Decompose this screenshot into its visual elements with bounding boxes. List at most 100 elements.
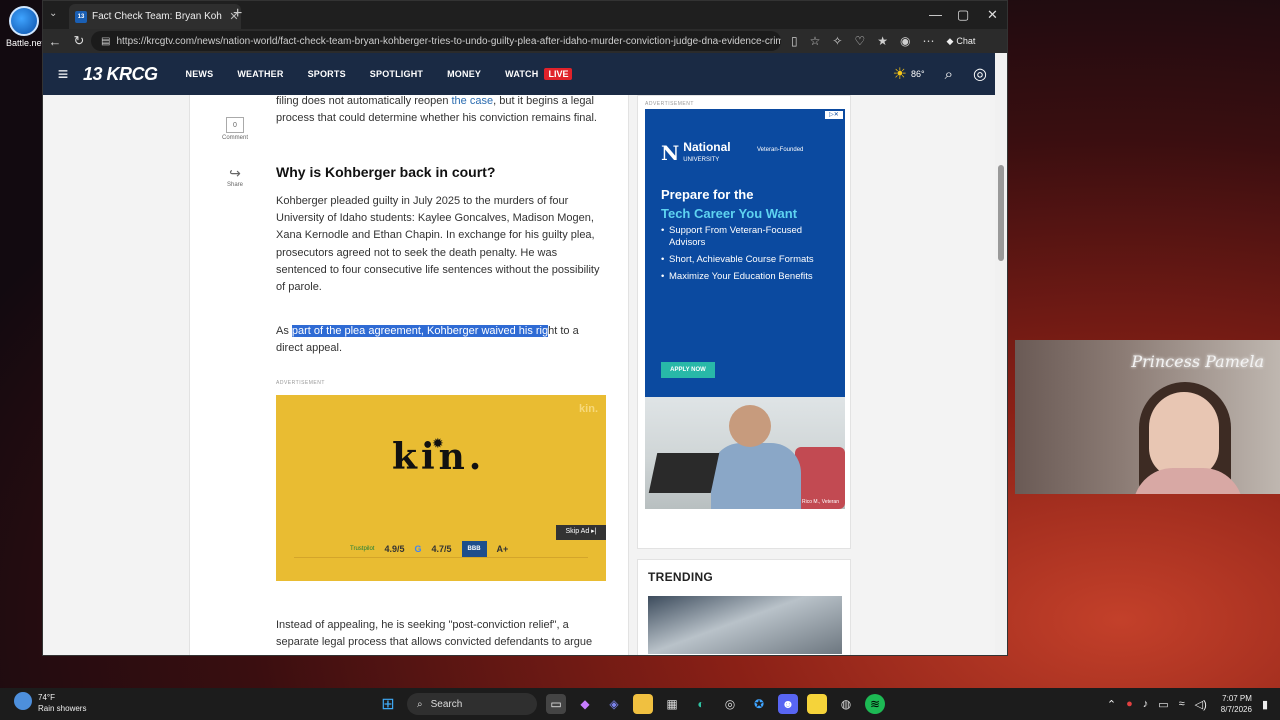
paragraph-3: As part of the plea agreement, Kohberger… — [276, 323, 606, 358]
nu-photo[interactable]: Rico M., Veteran — [645, 397, 845, 509]
obs-icon[interactable]: ◍ — [836, 694, 856, 714]
copilot-app-icon[interactable]: ◆ — [575, 694, 595, 714]
search-icon[interactable]: ⌕ — [945, 66, 953, 83]
kin-logo: kin. — [392, 435, 486, 478]
page-body: 0 Comment ↪ Share filing does not automa… — [43, 95, 997, 655]
nav-money[interactable]: MONEY — [447, 69, 481, 79]
nav-weather[interactable]: WEATHER — [237, 69, 283, 79]
sun-weather-icon[interactable]: ☀ — [893, 64, 907, 84]
nu-bullet: Maximize Your Education Benefits — [661, 271, 839, 283]
chat-button[interactable]: ◆ Chat — [946, 36, 975, 47]
nav-watch[interactable]: WATCH — [505, 69, 538, 79]
share-icon[interactable]: ↪ — [220, 165, 250, 182]
copilot-icon: ◆ — [946, 35, 954, 46]
minimize-icon[interactable]: — — [929, 7, 942, 22]
taskbar-clock[interactable]: 7:07 PM 8/7/2026 — [1221, 693, 1252, 715]
microphone-icon[interactable]: ♪ — [1143, 698, 1149, 710]
taskbar: 74°F Rain showers ⊞ ⌕ Search ▭ ◆ ◈ ▦ ◐ ◎… — [0, 688, 1280, 720]
trending-title: TRENDING — [648, 570, 714, 584]
scrollbar-thumb[interactable] — [998, 165, 1004, 261]
tray-overflow-icon[interactable]: ⌃ — [1107, 698, 1116, 711]
desktop-icon-label: Battle.net — [6, 38, 45, 48]
live-badge[interactable]: LIVE — [544, 68, 573, 80]
section-heading: Why is Kohberger back in court? — [276, 163, 496, 180]
start-icon[interactable]: ⊞ — [378, 694, 398, 714]
back-icon[interactable]: ← — [43, 34, 67, 49]
site-info-icon[interactable]: ▤ — [101, 36, 110, 47]
share-label: Share — [226, 182, 243, 188]
refresh-icon[interactable]: ↻ — [67, 33, 91, 49]
trending-image[interactable] — [648, 596, 842, 654]
more-icon[interactable]: ⋯ — [922, 34, 934, 48]
chrome-icon[interactable]: ◎ — [720, 694, 740, 714]
taskbar-search[interactable]: ⌕ Search — [407, 693, 537, 715]
edge-icon[interactable]: ◐ — [691, 694, 711, 714]
nav-news[interactable]: NEWS — [186, 69, 214, 79]
page-scrollbar[interactable] — [995, 53, 1007, 655]
wifi-icon[interactable]: ≈ — [1179, 698, 1185, 710]
site-logo[interactable]: 13 KRCG — [83, 64, 158, 85]
search-placeholder: Search — [430, 698, 463, 710]
profile-icon[interactable]: ◉ — [900, 34, 910, 48]
task-view-icon[interactable]: ▭ — [546, 694, 566, 714]
extensions-icon[interactable]: ✧ — [832, 34, 842, 48]
tray-app-icon[interactable]: ● — [1126, 698, 1133, 710]
clock-date: 8/7/2026 — [1220, 705, 1252, 714]
system-tray: ⌃ ● ♪ ▭ ≈ ◁) 7:07 PM 8/7/2026 ▮ — [1107, 693, 1268, 715]
sidebar-ad-container: ADVERTISEMENT ▷✕ N National UNIVERSITY V… — [637, 95, 851, 549]
selected-text: part of the plea agreement, Kohberger wa… — [291, 324, 549, 337]
browser-essentials-icon[interactable]: ♡ — [854, 34, 865, 48]
favorite-star-icon[interactable]: ☆ — [810, 34, 821, 48]
menu-icon[interactable]: ≡ — [43, 64, 83, 85]
article-column: 0 Comment ↪ Share filing does not automa… — [189, 95, 629, 655]
maximize-icon[interactable]: ▢ — [957, 7, 969, 23]
taskbar-weather[interactable]: 74°F Rain showers — [14, 692, 86, 714]
discord-icon[interactable]: ☻ — [778, 694, 798, 714]
the-case-link[interactable]: the case — [452, 95, 494, 107]
display-icon[interactable]: ▭ — [1158, 698, 1168, 711]
account-icon[interactable]: ◎ — [973, 64, 987, 84]
comment-label: Comment — [221, 135, 248, 141]
close-window-icon[interactable]: ✕ — [987, 7, 998, 23]
favorites-icon[interactable]: ★ — [877, 34, 888, 48]
spotify-icon[interactable]: ≋ — [865, 694, 885, 714]
search-icon: ⌕ — [417, 698, 423, 710]
tab-actions-chevron-icon[interactable]: ⌄ — [49, 8, 57, 19]
reader-mode-icon[interactable]: ▯ — [791, 34, 798, 48]
header-temperature[interactable]: 86° — [911, 69, 925, 79]
tab-active[interactable]: 13 Fact Check Team: Bryan Kohberger ✕ — [69, 4, 241, 29]
trustpilot-score: 4.9/5 — [384, 543, 405, 554]
kin-ad[interactable]: kin. ✹ kin. Skip Ad ▸| Trustpilot 4.9/5 … — [276, 394, 606, 581]
nu-bullet: Support From Veteran-Focused Advisors — [661, 225, 839, 249]
webcam-title: Princess Pamela — [1131, 352, 1264, 371]
webcam-overlay: Princess Pamela — [1015, 340, 1280, 494]
notifications-icon[interactable]: ▮ — [1262, 698, 1268, 711]
desktop-icon-battlenet[interactable]: Battle.net — [6, 6, 45, 48]
address-bar-actions: ▯ ☆ ✧ ♡ ★ ◉ ⋯ ◆ Chat — [791, 34, 975, 48]
new-tab-icon[interactable]: + — [233, 5, 242, 23]
nu-tagline: Veteran-Founded — [757, 147, 804, 153]
sticky-notes-icon[interactable] — [807, 694, 827, 714]
adchoices-icon[interactable]: ▷✕ — [825, 111, 843, 119]
teams-icon[interactable]: ◈ — [604, 694, 624, 714]
nav-sports[interactable]: SPORTS — [308, 69, 346, 79]
paragraph-4: Instead of appealing, he is seeking "pos… — [276, 618, 593, 648]
nav-spotlight[interactable]: SPOTLIGHT — [370, 69, 423, 79]
volume-icon[interactable]: ◁) — [1195, 698, 1207, 711]
url-field[interactable]: ▤ https://krcgtv.com/news/nation-world/f… — [91, 31, 781, 51]
browser-window: ⌄ 13 Fact Check Team: Bryan Kohberger ✕ … — [42, 0, 1008, 656]
apply-now-button[interactable]: APPLY NOW — [661, 362, 715, 378]
national-university-ad[interactable]: ▷✕ N National UNIVERSITY Veteran-Founded… — [645, 109, 845, 397]
p1-text: filing does not automatically reopen — [276, 95, 452, 107]
weather-temp: 74°F — [38, 693, 55, 702]
nu-logo: N National UNIVERSITY — [661, 141, 731, 166]
file-explorer-icon[interactable] — [633, 694, 653, 714]
battlenet-app-icon[interactable]: ✪ — [749, 694, 769, 714]
skip-ad-button[interactable]: Skip Ad ▸| — [556, 524, 606, 540]
laptop-shape — [648, 453, 720, 493]
store-icon[interactable]: ▦ — [662, 694, 682, 714]
nu-headline: Prepare for the Tech Career You Want — [661, 185, 797, 223]
weather-desc: Rain showers — [38, 704, 87, 713]
comment-count[interactable]: 0 — [226, 117, 244, 133]
bbb-icon: BBB — [461, 540, 487, 558]
